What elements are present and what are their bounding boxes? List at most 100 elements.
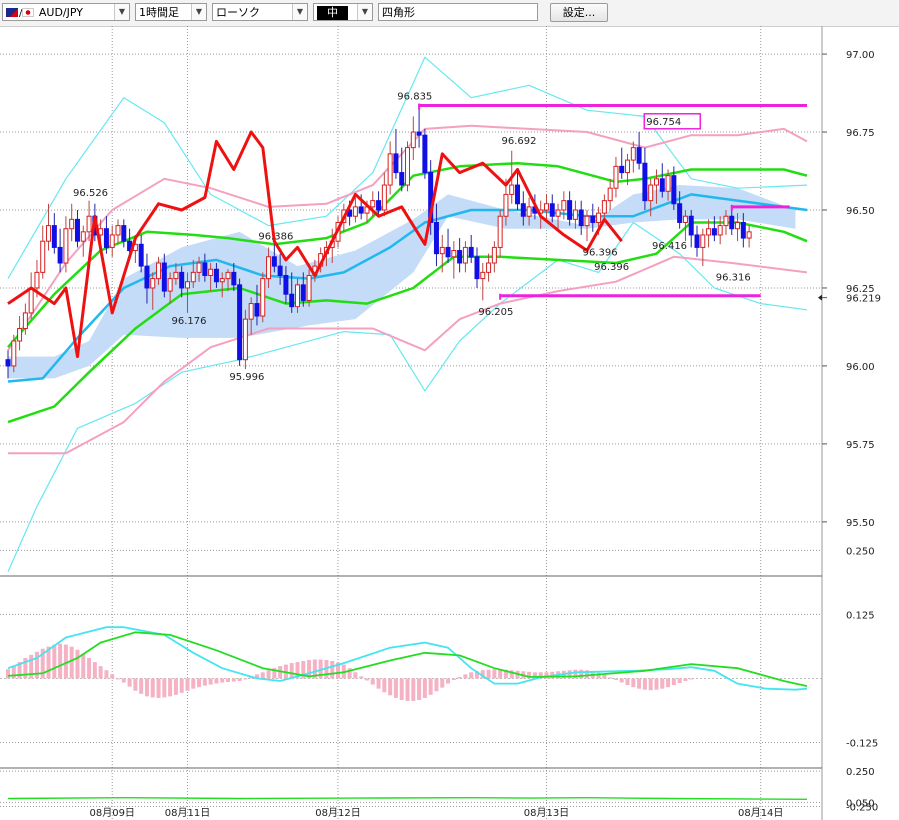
macd-bar [87,657,92,679]
candle-up [381,184,387,211]
macd-bar [156,678,161,698]
price-annotation: 96.396 [583,247,618,258]
macd-bar [104,670,109,679]
candle-down [179,271,185,289]
candle-up [115,225,121,236]
macd-bar [492,669,497,679]
candle-up [63,228,69,264]
candle-up [491,246,497,264]
candle-down [5,359,11,367]
candle-up [156,262,162,280]
candle-up [717,225,723,236]
macd-bar [197,678,202,688]
y-tick-label: 0.125 [846,610,875,621]
macd-bar [660,678,665,689]
macd-bar [463,674,468,679]
candle-up [526,206,532,217]
candle-up [225,271,231,280]
chart-style-select-label: ローソク [216,6,260,19]
chevron-down-icon[interactable]: ▼ [292,4,307,20]
candle-down [474,256,480,280]
macd-bar [69,646,74,679]
draw-tool-field[interactable]: 四角形 [378,3,538,21]
chevron-down-icon[interactable]: ▼ [191,4,206,20]
price-axis: 97.0096.7596.5096.2596.21996.0095.7595.5… [818,50,881,529]
pair-select[interactable]: / AUD/JPY ▼ [2,3,130,21]
macd-bar [446,678,451,684]
candle-up [601,200,607,214]
candle-down [376,200,382,211]
candle-up [584,215,590,227]
candle-up [248,303,254,320]
candle-up [387,153,393,186]
candle-down [694,234,700,248]
candle-up [462,246,468,264]
sub-panel: 0.250 0.050 [0,767,875,809]
macd-bar [52,644,57,679]
macd-bar [121,678,126,683]
macd-bar [98,666,103,679]
candle-up [509,184,515,195]
candle-up [410,131,416,149]
macd-bar [179,678,184,693]
line-width-select[interactable]: 中 ▼ [313,3,373,21]
chevron-down-icon[interactable]: ▼ [114,4,129,20]
candle-up [17,328,23,342]
macd-bar [330,661,335,679]
x-tick-label: 08月12日 [315,807,360,819]
macd-bar [266,670,271,679]
candle-up [295,284,300,308]
macd-bar [173,678,178,695]
macd-bar [6,669,10,679]
candle-up [613,165,619,189]
price-annotation: 96.176 [171,316,206,327]
candle-up [625,159,631,174]
y-tick-label: 95.50 [846,518,875,529]
macd-bar [683,678,688,681]
macd-bar [642,678,647,690]
macd-bar [289,663,294,679]
toolbar: / AUD/JPY ▼ 1時間足 ▼ ローソク ▼ 中 ▼ 四角形 設定... [0,0,899,27]
australia-flag-icon [6,8,18,17]
y-tick-label: 96.75 [846,128,875,139]
macd-bar [110,674,115,679]
macd-bar [214,678,219,684]
japan-flag-icon [22,8,35,17]
chevron-down-icon[interactable]: ▼ [357,4,372,20]
candle-up [451,250,457,258]
candle-up [22,312,28,330]
candle-down [202,262,208,276]
macd-bar [457,676,462,679]
candle-down [393,153,399,174]
candle-down [445,246,451,258]
candle-down [549,203,555,217]
timeframe-select[interactable]: 1時間足 ▼ [135,3,207,21]
macd-bar [434,678,439,692]
candle-down [619,165,625,174]
candle-up [572,209,578,220]
macd-bar [92,662,97,679]
candle-down [659,178,665,192]
candle-down [468,246,474,258]
candle-up [746,231,752,239]
candle-up [653,178,659,186]
candle-up [150,278,156,289]
macd-bar [370,678,375,685]
macd-bar [648,678,653,691]
candle-up [555,209,561,217]
macd-bar [440,678,445,688]
price-annotation: 95.996 [229,372,264,383]
macd-bar [144,678,149,697]
settings-button[interactable]: 設定... [550,3,608,22]
candle-up [46,225,52,242]
chart-style-select[interactable]: ローソク ▼ [212,3,308,21]
candle-down [213,268,219,283]
macd-bar [75,649,80,679]
macd-bar [417,678,422,700]
price-annotation: 96.396 [594,262,629,273]
candle-up [439,246,445,255]
candle-up [405,147,411,186]
candle-up [40,240,46,273]
macd-bar [631,678,636,688]
candle-up [34,271,40,289]
